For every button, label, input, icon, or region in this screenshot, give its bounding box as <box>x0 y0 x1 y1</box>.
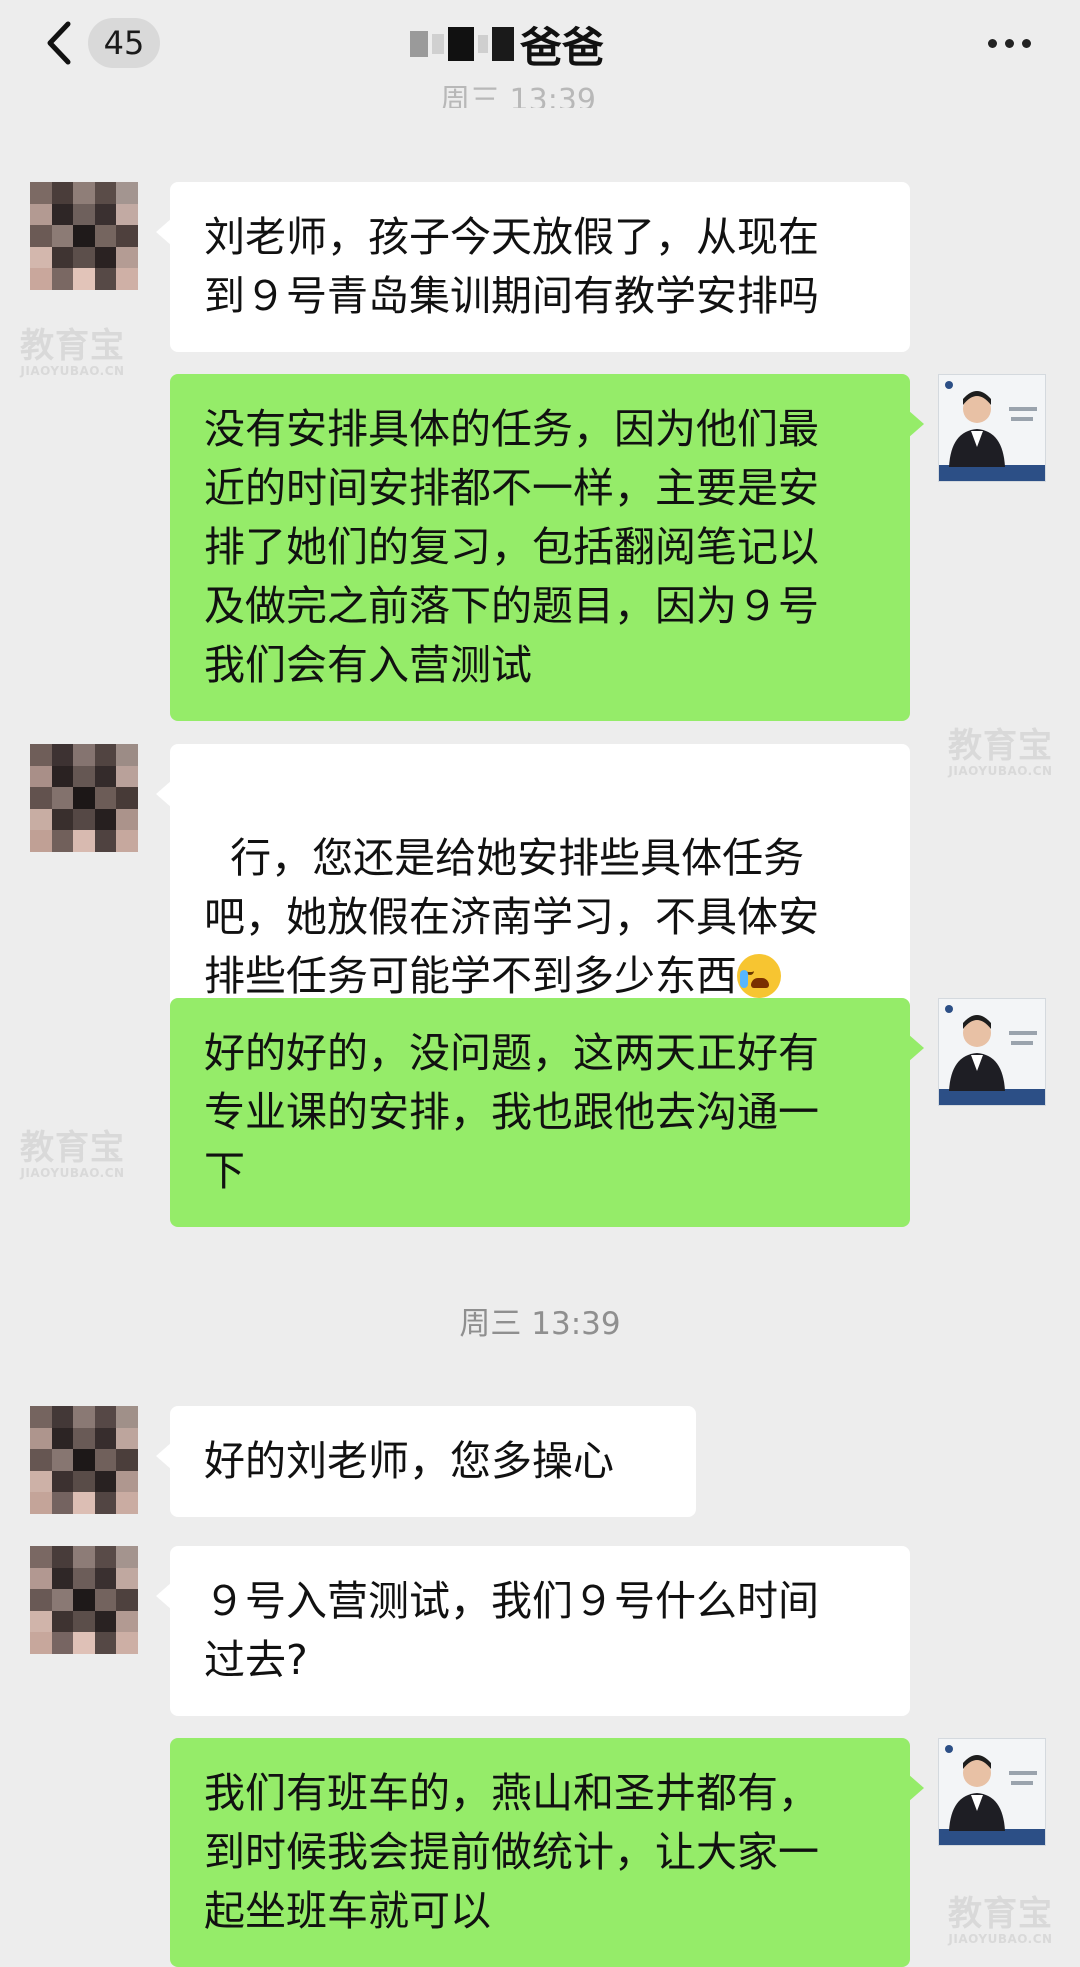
chat-title-text: 爸爸 <box>520 22 605 72</box>
teacher-avatar[interactable] <box>938 998 1046 1106</box>
redacted-name-mosaic <box>410 27 514 61</box>
message-bubble-outgoing[interactable]: 好的好的，没问题，这两天正好有 专业课的安排，我也跟他去沟通一 下 <box>170 998 924 1227</box>
watermark-logo: 教育宝 JIAOYUBAO.CN <box>948 1894 1053 1946</box>
time-separator: 周三 13:39 <box>459 1306 621 1342</box>
message-bubble-outgoing[interactable]: 没有安排具体的任务，因为他们最 近的时间安排都不一样，主要是安 排了她们的复习，… <box>170 374 924 721</box>
teacher-avatar[interactable] <box>938 1738 1046 1846</box>
message-bubble-incoming[interactable]: 刘老师，孩子今天放假了，从现在 到９号青岛集训期间有教学安排吗 <box>156 182 910 352</box>
more-options-icon[interactable] <box>988 26 1040 60</box>
message-text: 行，您还是给她安排些具体任务 吧，她放假在济南学习，不具体安 排些任务可能学不到… <box>204 834 819 1000</box>
message-bubble-incoming[interactable]: 好的刘老师，您多操心 <box>156 1406 696 1517</box>
parent-avatar[interactable] <box>30 182 138 290</box>
message-bubble-outgoing[interactable]: 我们有班车的，燕山和圣井都有， 到时候我会提前做统计，让大家一 起坐班车就可以 <box>170 1738 924 1967</box>
teacher-avatar[interactable] <box>938 374 1046 482</box>
watermark-logo: 教育宝 JIAOYUBAO.CN <box>20 326 125 378</box>
parent-avatar[interactable] <box>30 1546 138 1654</box>
watermark-logo: 教育宝 JIAOYUBAO.CN <box>20 1128 125 1180</box>
title-bar: 45 爸爸 <box>0 0 1080 100</box>
watermark-logo: 教育宝 JIAOYUBAO.CN <box>948 726 1053 778</box>
clipped-timestamp: 周三 13:39 <box>440 86 596 108</box>
message-bubble-incoming[interactable]: ９号入营测试，我们９号什么时间 过去? <box>156 1546 910 1716</box>
message-bubble-incoming[interactable]: 行，您还是给她安排些具体任务 吧，她放假在济南学习，不具体安 排些任务可能学不到… <box>156 744 910 1032</box>
chat-title: 爸爸 <box>410 14 604 74</box>
parent-avatar[interactable] <box>30 1406 138 1514</box>
unread-count-badge[interactable]: 45 <box>88 18 160 68</box>
parent-avatar[interactable] <box>30 744 138 852</box>
crying-face-emoji-icon <box>737 954 781 998</box>
back-arrow-icon[interactable] <box>40 18 80 68</box>
